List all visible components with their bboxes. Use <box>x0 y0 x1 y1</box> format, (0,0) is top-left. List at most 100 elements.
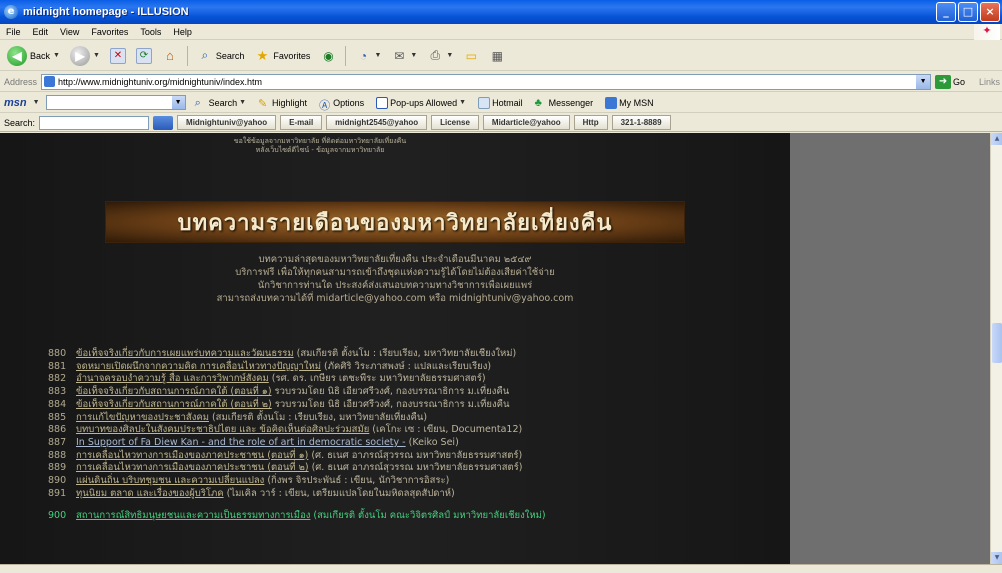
article-row: 882 อำนาจครอบงำความรู้ สื่อ และการวิพากษ์… <box>48 373 788 386</box>
custom-links-bar: Search: Midnightuniv@yahoo E-mail midnig… <box>0 114 1002 132</box>
intro-line: นักวิชาการท่านใด ประสงค์ส่งเสนอบทความทาง… <box>257 280 533 291</box>
go-arrow-icon: ➜ <box>935 74 952 89</box>
hotmail-button[interactable]: Hotmail <box>475 96 526 109</box>
menu-favorites[interactable]: Favorites <box>91 27 128 37</box>
article-link[interactable]: ทุนนิยม ตลาด และเรื่องของผู้บริโภค <box>76 488 224 501</box>
msn-search-input[interactable]: ▼ <box>45 95 186 110</box>
article-link[interactable]: การแก้ไขปัญหาของประชาสังคม <box>76 412 209 425</box>
link-email[interactable]: E-mail <box>280 115 323 130</box>
link-midnightuniv[interactable]: Midnightuniv@yahoo <box>177 115 277 130</box>
hotmail-label: Hotmail <box>492 97 523 108</box>
refresh-button[interactable]: ⟳ <box>133 44 155 68</box>
banner-title: บทความรายเดือนของมหาวิทยาลัยเที่ยงคืน <box>177 209 613 236</box>
scroll-down-icon[interactable]: ▼ <box>991 552 1002 564</box>
article-link[interactable]: แผ่นดินถิ่น บริบทชุมชน และความเปลี่ยนแปล… <box>76 475 264 488</box>
highlight-label: Highlight <box>272 97 308 108</box>
scroll-up-icon[interactable]: ▲ <box>991 133 1002 145</box>
article-author: (กิ่งพร จิรประพันธ์ : เขียน, นักวิชาการอ… <box>267 475 450 487</box>
favorites-button[interactable]: ★ Favorites <box>251 44 313 68</box>
vertical-scrollbar[interactable]: ▲ ▼ <box>990 133 1002 564</box>
messenger-button[interactable]: ♣ Messenger <box>532 97 597 109</box>
article-link[interactable]: In Support of Fa Diew Kan - and the role… <box>76 437 406 450</box>
address-dropdown-icon[interactable]: ▼ <box>916 74 931 89</box>
article-link[interactable]: การเคลื่อนไหวทางการเมืองของภาคประชาชน (ต… <box>76 462 309 475</box>
article-author: (ไมเคิล วาร์ : เขียน, เตรียมแปลโดยในมหิด… <box>226 487 455 499</box>
browser-window: e midnight homepage - ILLUSION _ □ × Fil… <box>0 0 1002 573</box>
scroll-thumb[interactable] <box>992 323 1002 363</box>
menu-tools[interactable]: Tools <box>140 27 161 37</box>
article-link[interactable]: สถานการณ์สิทธิมนุษยชนและความเป็นธรรมทางก… <box>76 510 310 523</box>
link-midnight2545[interactable]: midnight2545@yahoo <box>326 115 428 130</box>
article-author: (ศ. ธเนศ อาภรณ์สุวรรณ มหาวิทยาลัยธรรมศาส… <box>311 462 523 474</box>
back-label: Back <box>30 50 51 61</box>
link-midarticle[interactable]: Midarticle@yahoo <box>482 115 570 130</box>
msn-dropdown-icon[interactable]: ▼ <box>33 99 40 106</box>
article-row: 883 ข้อเท็จจริงเกี่ยวกับสถานการณ์ภาคใต้ (… <box>48 386 788 399</box>
mymsn-icon <box>605 96 618 109</box>
link-http[interactable]: Http <box>573 115 608 130</box>
minimize-button[interactable]: _ <box>936 2 956 22</box>
article-number: 884 <box>48 398 67 410</box>
folder-button[interactable]: ▭ <box>460 44 482 68</box>
article-number: 891 <box>48 487 67 499</box>
menu-help[interactable]: Help <box>173 27 192 37</box>
links-search-input[interactable] <box>39 115 150 130</box>
menu-edit[interactable]: Edit <box>33 27 49 37</box>
mail-button[interactable]: ✉ ▼ <box>388 44 420 68</box>
article-number: 882 <box>48 373 67 385</box>
links-label[interactable]: Links <box>979 77 1000 87</box>
address-input[interactable]: http://www.midnightuniv.org/midnightuniv… <box>41 73 932 90</box>
research-icon: ▦ <box>491 48 503 63</box>
forward-dropdown-icon: ▼ <box>92 52 100 59</box>
article-link[interactable]: ข้อเท็จจริงเกี่ยวกับสถานการณ์ภาคใต้ (ตอน… <box>76 399 272 412</box>
research-button[interactable]: ▦ <box>486 44 508 68</box>
menu-view[interactable]: View <box>60 27 79 37</box>
home-button[interactable]: ⌂ <box>159 44 181 68</box>
links-search-label: Search: <box>4 117 36 128</box>
article-link[interactable]: บทบาทของศิลปะในสังคมประชาธิปไตย และ ข้อค… <box>76 424 369 437</box>
article-link[interactable]: ข้อเท็จจริงเกี่ยวกับสถานการณ์ภาคใต้ (ตอน… <box>76 386 272 399</box>
article-author: (สมเกียรติ ตั้งนโม คณะวิจิตรศิลป์ มหาวิท… <box>313 510 546 522</box>
article-number: 887 <box>48 436 67 448</box>
links-go-button[interactable] <box>153 115 174 130</box>
ie-icon: e <box>4 5 18 19</box>
popups-button[interactable]: Pop-ups Allowed ▼ <box>373 96 469 109</box>
intro-line: สามารถส่งบทความได้ที่ midarticle@yahoo.c… <box>216 293 574 304</box>
article-list: 880 ข้อเท็จจริงเกี่ยวกับการเผยแพร่บทความแ… <box>48 348 788 523</box>
article-link[interactable]: จดหมายเปิดผนึกจากความคิด การเคลื่อนไหวทา… <box>76 361 321 374</box>
forward-button[interactable]: ▶ ▼ <box>67 44 103 68</box>
mymsn-button[interactable]: My MSN <box>602 96 657 109</box>
search-button[interactable]: ⌕ Search <box>194 44 248 68</box>
media-button[interactable]: ◉ <box>317 44 339 68</box>
article-author: รวบรวมโดย นิธิ เอียวศรีวงศ์, กองบรรณาธิก… <box>274 398 510 410</box>
msn-search-dropdown-icon[interactable]: ▼ <box>171 96 185 109</box>
msn-logo[interactable]: msn <box>4 97 27 109</box>
article-row: 887 In Support of Fa Diew Kan - and the r… <box>48 437 788 450</box>
stop-button[interactable]: ✕ <box>107 44 129 68</box>
article-number: 881 <box>48 360 67 372</box>
hotmail-icon <box>478 96 491 109</box>
link-license[interactable]: License <box>431 115 479 130</box>
go-button[interactable]: ➜ Go <box>935 74 965 89</box>
msn-search-label: Search <box>208 97 238 108</box>
history-button[interactable]: ◔ ▼ <box>352 44 384 68</box>
article-link[interactable]: อำนาจครอบงำความรู้ สื่อ และการวิพากษ์สัง… <box>76 373 269 386</box>
options-button[interactable]: Ⓐ Options <box>316 97 367 112</box>
windows-logo-icon: ✦ <box>974 24 1000 40</box>
intro-line: บทความล่าสุดของมหาวิทยาลัยเที่ยงคืน ประจ… <box>258 254 532 265</box>
article-row: 886 บทบาทของศิลปะในสังคมประชาธิปไตย และ ข… <box>48 424 788 437</box>
print-button[interactable]: ⎙ ▼ <box>424 44 456 68</box>
article-link[interactable]: การเคลื่อนไหวทางการเมืองของภาคประชาชน (ต… <box>76 450 308 463</box>
menu-bar: File Edit View Favorites Tools Help ✦ <box>0 24 1002 40</box>
article-row: 888 การเคลื่อนไหวทางการเมืองของภาคประชาชน… <box>48 450 788 463</box>
back-button[interactable]: ◀ Back ▼ <box>4 44 63 68</box>
msn-search-button[interactable]: ⌕ Search ▼ <box>192 97 249 109</box>
window-title: midnight homepage - ILLUSION <box>23 6 189 18</box>
maximize-button[interactable]: □ <box>958 2 978 22</box>
link-number[interactable]: 321-1-8889 <box>611 115 671 130</box>
close-button[interactable]: × <box>980 2 1000 22</box>
article-link[interactable]: ข้อเท็จจริงเกี่ยวกับการเผยแพร่บทความและว… <box>76 348 294 361</box>
menu-file[interactable]: File <box>6 27 21 37</box>
highlight-button[interactable]: ✎ Highlight <box>255 97 310 110</box>
stop-icon: ✕ <box>109 47 126 64</box>
